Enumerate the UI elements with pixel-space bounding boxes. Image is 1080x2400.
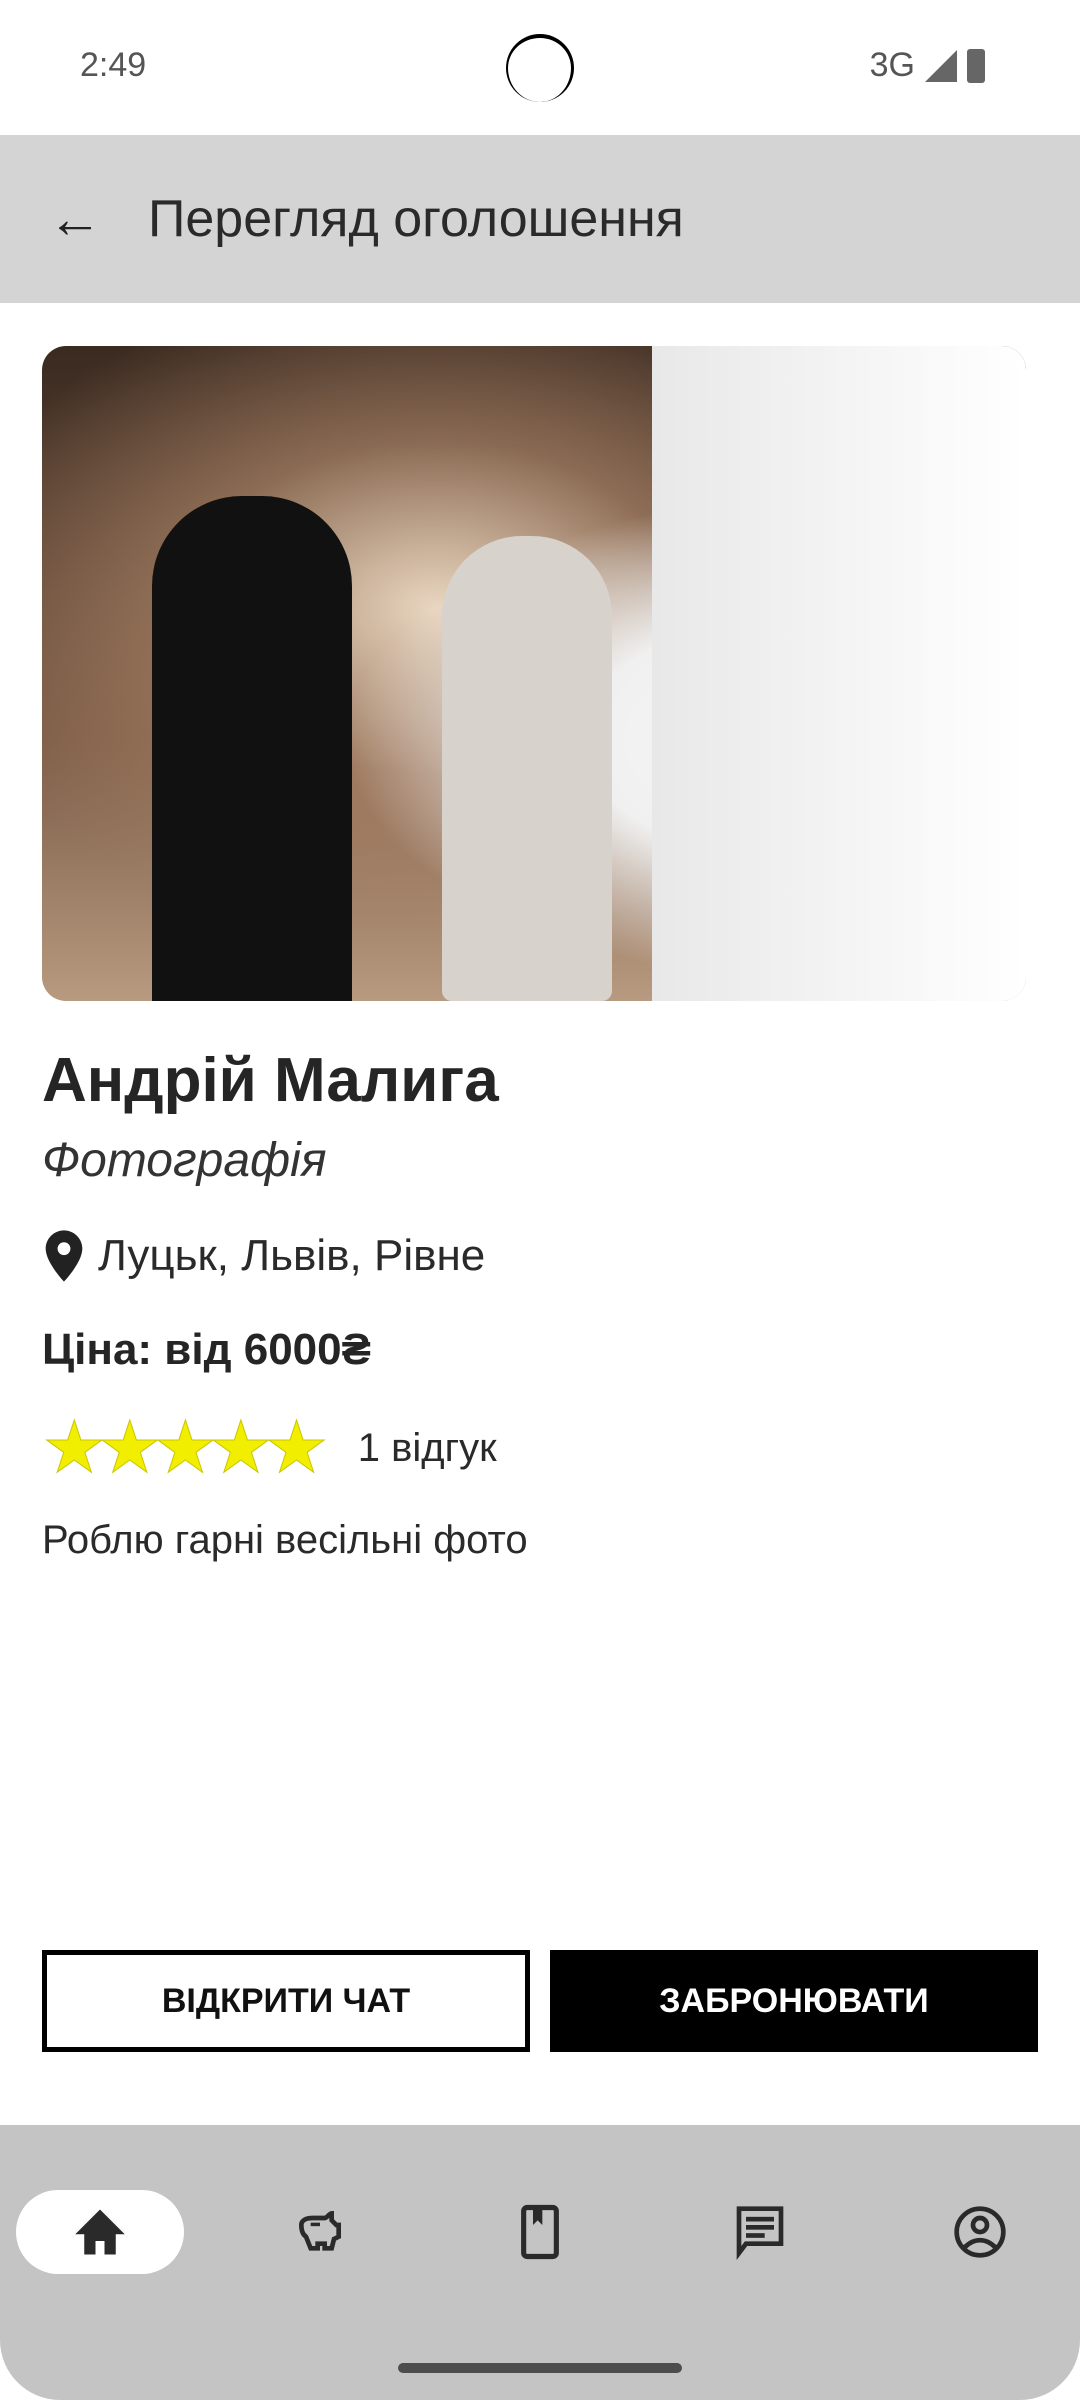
nav-savings[interactable] bbox=[236, 2190, 404, 2274]
chat-icon bbox=[736, 2206, 784, 2260]
location-pin-icon bbox=[45, 1230, 83, 1282]
bookmark-book-icon bbox=[521, 2204, 559, 2260]
page-title: Перегляд оголошення bbox=[148, 190, 684, 248]
listing-photo bbox=[42, 346, 1026, 1001]
network-type: 3G bbox=[869, 46, 915, 84]
signal-icon bbox=[925, 49, 957, 82]
photo-bride bbox=[442, 536, 612, 1001]
nav-home[interactable] bbox=[16, 2190, 184, 2274]
price: Ціна: від 6000₴ bbox=[42, 1325, 371, 1374]
photo-groom bbox=[152, 496, 352, 1001]
open-chat-button[interactable]: ВІДКРИТИ ЧАТ bbox=[42, 1950, 530, 2052]
account-icon bbox=[954, 2206, 1006, 2258]
reviews-count[interactable]: 1 відгук bbox=[358, 1426, 497, 1471]
home-icon bbox=[75, 2209, 125, 2255]
status-icons: 3G bbox=[870, 46, 985, 85]
location: Луцьк, Львів, Рівне bbox=[42, 1228, 485, 1284]
arrow-back-icon[interactable]: ← bbox=[48, 192, 104, 246]
nav-profile[interactable] bbox=[896, 2190, 1064, 2274]
book-button[interactable]: ЗАБРОНЮВАТИ bbox=[550, 1950, 1038, 2052]
nav-bookmarks[interactable] bbox=[456, 2190, 624, 2274]
gesture-handle bbox=[398, 2363, 682, 2373]
location-text: Луцьк, Львів, Рівне bbox=[98, 1231, 486, 1280]
piggy-bank-icon bbox=[298, 2210, 341, 2251]
camera-cutout bbox=[506, 34, 574, 102]
bottom-nav bbox=[0, 2125, 1080, 2400]
status-time: 2:49 bbox=[80, 46, 147, 84]
star-icon: ★ bbox=[264, 1408, 330, 1488]
rating: ★ ★ ★ ★ ★ 1 відгук bbox=[42, 1408, 497, 1488]
provider-category: Фотографія bbox=[42, 1134, 327, 1187]
status-bar: 2:49 3G bbox=[0, 0, 1080, 135]
nav-chats[interactable] bbox=[676, 2190, 844, 2274]
photo-cake bbox=[652, 346, 1026, 1001]
provider-name: Андрій Малига bbox=[42, 1046, 499, 1115]
app-bar: ← Перегляд оголошення bbox=[0, 135, 1080, 303]
description: Роблю гарні весільні фото bbox=[42, 1518, 528, 1562]
battery-icon bbox=[967, 48, 985, 83]
